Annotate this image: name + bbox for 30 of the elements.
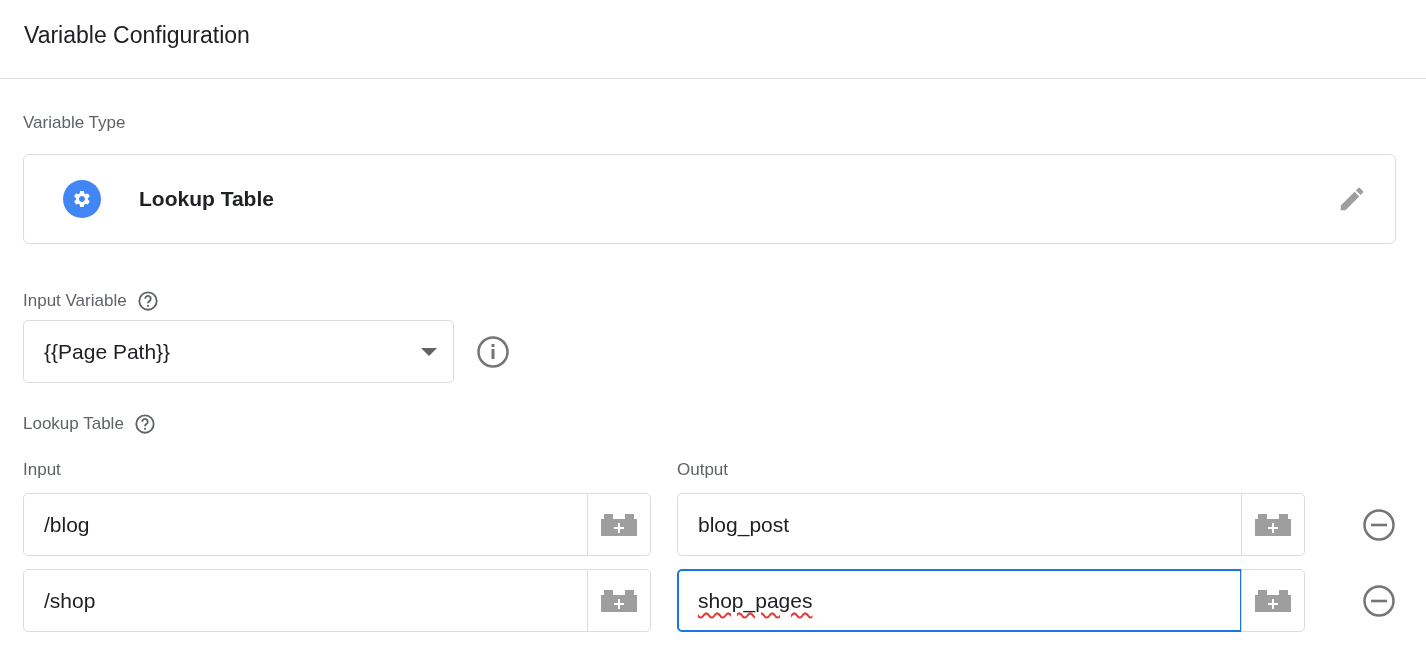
building-block-icon xyxy=(601,513,637,536)
dropdown-caret-icon xyxy=(421,347,437,356)
building-block-icon xyxy=(601,589,637,612)
insert-variable-button[interactable] xyxy=(1241,569,1305,632)
remove-row-button[interactable] xyxy=(1361,582,1397,619)
column-header: Output xyxy=(677,460,730,480)
text-field[interactable]: /shop xyxy=(23,569,588,632)
building-block-icon xyxy=(1255,589,1291,612)
text-field[interactable]: /blog xyxy=(23,493,588,556)
variable-type-name: Lookup Table xyxy=(139,187,275,211)
minus-circle-icon xyxy=(1362,507,1396,542)
minus-circle-icon xyxy=(1362,583,1396,618)
column-header: Input xyxy=(23,460,62,480)
info-icon[interactable] xyxy=(476,334,510,369)
field-label: Variable Type xyxy=(23,113,127,133)
insert-variable-button[interactable] xyxy=(1241,493,1305,556)
field-label: Input Variable xyxy=(23,291,127,311)
field-label: Lookup Table xyxy=(23,414,124,434)
insert-variable-button[interactable] xyxy=(587,493,651,556)
variable-type-card[interactable]: Lookup Table xyxy=(23,154,1396,244)
input-variable-dropdown[interactable]: {{Page Path}} xyxy=(23,320,454,383)
text-field[interactable]: blog_post xyxy=(677,493,1242,556)
gear-icon xyxy=(63,180,101,218)
building-block-icon xyxy=(1255,513,1291,536)
text-field[interactable]: shop_pages xyxy=(677,569,1242,632)
help-icon[interactable] xyxy=(136,290,159,312)
insert-variable-button[interactable] xyxy=(587,569,651,632)
panel-title: Variable Configuration xyxy=(24,21,250,49)
help-icon[interactable] xyxy=(133,413,156,435)
remove-row-button[interactable] xyxy=(1361,506,1397,543)
